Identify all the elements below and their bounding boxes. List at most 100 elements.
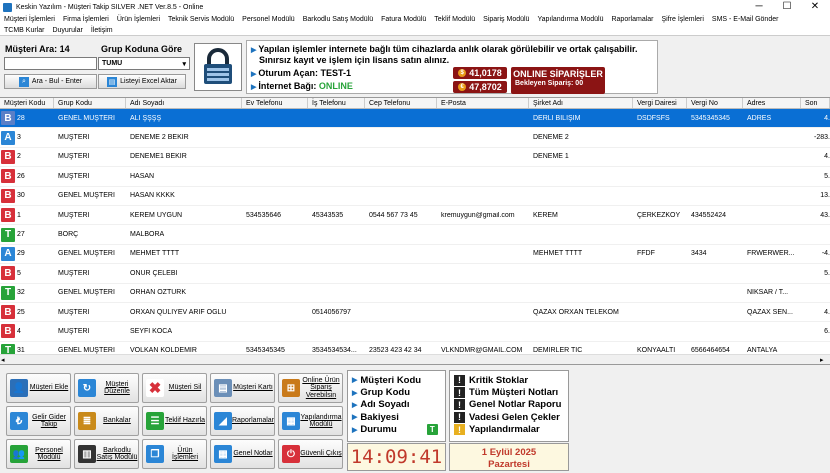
box-button[interactable]: ❒ Ürün İşlemleri — [142, 439, 207, 469]
card-button[interactable]: ▤ Müşteri Kartı — [210, 373, 275, 403]
calendar-button[interactable]: ▦ Genel Notlar — [210, 439, 275, 469]
search-button[interactable]: ⌕ Ara - Bul - Enter — [4, 74, 97, 89]
menu-item[interactable]: Teknik Servis Modülü — [168, 16, 234, 23]
menu-item[interactable]: Personel Modülü — [242, 16, 295, 23]
date-line: 1 Eylül 2025 — [481, 447, 537, 458]
table-row[interactable]: B 5 MÜŞTERİ ONUR ÇELEBİ 5. — [0, 264, 830, 284]
config-button[interactable]: ▦ Yapılandırma Modülü — [278, 406, 343, 436]
menu-item[interactable]: Duyurular — [52, 27, 82, 34]
cell-addr: ADRES — [747, 114, 772, 122]
cell-group: GENEL MÜŞTERİ — [58, 250, 115, 258]
power-button[interactable]: ⏻ Güvenli Çıkış — [278, 439, 343, 469]
menu-item[interactable]: Müşteri İşlemleri — [4, 16, 55, 23]
staff-button[interactable]: 👥 Personel Modülü — [6, 439, 71, 469]
cell-customer-code: B 28 — [0, 111, 54, 126]
table-row[interactable]: B 4 MÜŞTERİ SEYFİ KOCA 6. — [0, 322, 830, 342]
sort-option[interactable]: ▶ Durumu T — [348, 424, 445, 436]
report-link[interactable]: ! Genel Notlar Raporu — [450, 399, 568, 411]
table-row[interactable]: B 30 GENEL MÜŞTERİ HASAN KKKK 13. — [0, 187, 830, 206]
minimize-button[interactable]: ─ — [746, 0, 772, 14]
table-row[interactable]: A 29 GENEL MÜŞTERİ MEHMET TTTT MEHMET TTTT FF… — [0, 245, 830, 265]
menu-item[interactable]: Şifre İşlemleri — [662, 16, 704, 23]
table-row[interactable]: B 1 MÜŞTERİ KEREM UYGUN 534535646 45343535 054… — [0, 206, 830, 226]
report-label: Genel Notlar Raporu — [469, 399, 562, 411]
cell-son: 5. — [824, 269, 830, 277]
column-header[interactable]: Son — [801, 98, 830, 108]
column-header[interactable]: Adres — [743, 98, 801, 108]
customer-code: 2 — [17, 153, 21, 161]
menu-item[interactable]: Barkodlu Satış Modülü — [303, 16, 373, 23]
column-header[interactable]: Cep Telefonu — [365, 98, 437, 108]
table-row[interactable]: T 32 GENEL MÜŞTERİ ORHAN ÖZTÜRK NİKSAR / T..… — [0, 284, 830, 303]
column-header[interactable]: Vergi No — [687, 98, 743, 108]
online-orders-button[interactable]: ONLINE SİPARİŞLER Bekleyen Sipariş: 00 — [511, 67, 605, 94]
report-link[interactable]: ! Tüm Müşteri Notları — [450, 386, 568, 399]
column-header[interactable]: İş Telefonu — [308, 98, 365, 108]
menu-item[interactable]: Teklif Modülü — [434, 16, 475, 23]
column-header[interactable]: Vergi Dairesi — [633, 98, 687, 108]
cash-button[interactable]: ₺ Gelir Gider Takip — [6, 406, 71, 436]
menu-item[interactable]: Firma İşlemleri — [63, 16, 109, 23]
barcode-button[interactable]: ▥ Barkodlu Satış Modülü — [74, 439, 139, 469]
edit-button[interactable]: ↻ Müşteri Düzenle — [74, 373, 139, 403]
table-row[interactable]: B 28 GENEL MÜŞTERİ ALİ ŞŞŞŞ DERLİ BİLİŞİM DSD… — [0, 109, 830, 129]
button-label: Müşteri Kartı — [233, 384, 273, 392]
report-link[interactable]: ! Kritik Stoklar — [450, 374, 568, 386]
table-row[interactable]: B 2 MÜŞTERİ DENEME1 BEKİR DENEME 1 4. — [0, 148, 830, 168]
close-button[interactable]: ✕ — [802, 0, 828, 14]
search-input[interactable] — [4, 57, 97, 70]
session-label: Oturum Açan: TEST-1 — [258, 68, 352, 78]
delete-button[interactable]: ✖ Müşteri Sil — [142, 373, 207, 403]
maximize-button[interactable]: ☐ — [774, 0, 800, 14]
menu-item[interactable]: Sipariş Modülü — [483, 16, 529, 23]
bank-button[interactable]: ≣ Bankalar — [74, 406, 139, 436]
customer-code: 29 — [17, 250, 25, 258]
menu-item[interactable]: Ürün İşlemleri — [117, 16, 160, 23]
cell-son: 5. — [824, 172, 830, 180]
customer-code: 26 — [17, 172, 25, 180]
menu-item[interactable]: TCMB Kurlar — [4, 27, 44, 34]
orders-title: ONLINE SİPARİŞLER — [513, 69, 603, 79]
report-link[interactable]: ! Yapılandırmalar — [450, 424, 568, 436]
menu-item[interactable]: Yapılandırma Modülü — [537, 16, 603, 23]
menu-item[interactable]: İletişim — [91, 27, 113, 34]
button-label: Müşteri Düzenle — [104, 380, 130, 396]
table-row[interactable]: T 27 BORÇ MALBORA — [0, 225, 830, 245]
report-button[interactable]: ◢ Raporlamalar — [210, 406, 275, 436]
offer-button[interactable]: ☰ Teklif Hazırla — [142, 406, 207, 436]
menu-item[interactable]: SMS - E-Mail Gönder — [712, 16, 779, 23]
scroll-right-icon[interactable]: ▸ — [820, 356, 824, 364]
user-add-button[interactable]: 👤 Müşteri Ekle — [6, 373, 71, 403]
table-row[interactable]: B 25 MÜŞTERİ ORXAN QULİYEV ARİF OGLU 0514056… — [0, 303, 830, 323]
bullet-icon: ▶ — [352, 414, 358, 422]
cell-group: GENEL MÜŞTERİ — [58, 114, 115, 122]
bullet-icon: ▶ — [352, 401, 358, 409]
cell-name: DENEME 2 BEKİR — [130, 134, 189, 142]
column-header[interactable]: Müşteri Kodu — [0, 98, 54, 108]
column-header[interactable]: Adı Soyadı — [126, 98, 242, 108]
cell-son: 4. — [824, 114, 830, 122]
lock-button[interactable] — [194, 43, 242, 91]
report-link[interactable]: ! Vadesi Gelen Çekler — [450, 411, 568, 423]
sort-option[interactable]: ▶ Müşteri Kodu — [348, 374, 445, 386]
config-icon: ▦ — [282, 412, 300, 430]
column-header[interactable]: Ev Telefonu — [242, 98, 308, 108]
cart-button[interactable]: ⊞ Online Ürün Sipariş Verebilsin — [278, 373, 343, 403]
menu-item[interactable]: Raporlamalar — [611, 16, 653, 23]
column-header[interactable]: E-Posta — [437, 98, 529, 108]
table-row[interactable]: B 26 MÜŞTERİ HASAN 5. — [0, 167, 830, 187]
cell-customer-code: A 29 — [0, 246, 54, 261]
sort-option[interactable]: ▶ Grup Kodu — [348, 386, 445, 398]
scroll-left-icon[interactable]: ◂ — [1, 356, 5, 364]
group-select[interactable]: TUMU ▾ — [98, 57, 190, 70]
column-header[interactable]: Şirket Adı — [529, 98, 633, 108]
horizontal-scrollbar[interactable]: ◂ ▸ — [0, 354, 830, 364]
menu-item[interactable]: Fatura Modülü — [381, 16, 426, 23]
button-label: Gelir Gider Takip — [32, 413, 66, 429]
sort-option[interactable]: ▶ Adı Soyadı — [348, 399, 445, 411]
excel-export-button[interactable]: ▤ Listeyi Excel Aktar — [98, 74, 186, 89]
column-header[interactable]: Grup Kodu — [54, 98, 126, 108]
clock-panel: 14:09:41 — [347, 443, 446, 471]
sort-option[interactable]: ▶ Bakiyesi — [348, 411, 445, 423]
table-row[interactable]: A 3 MÜŞTERİ DENEME 2 BEKİR DENEME 2 -283. — [0, 128, 830, 148]
